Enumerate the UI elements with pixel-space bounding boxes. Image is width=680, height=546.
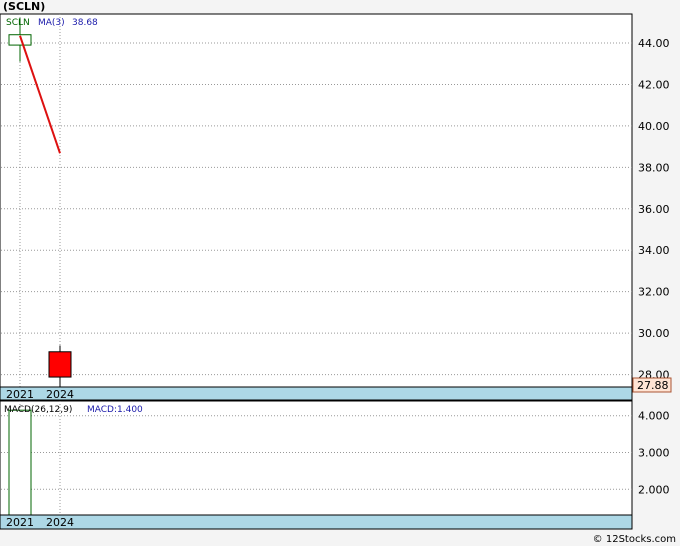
macd-x-tick-label: 2021 [6,516,34,529]
price-tick-label: 40.00 [638,120,670,133]
stock-chart: 28.0030.0032.0034.0036.0038.0040.0042.00… [0,13,672,530]
price-date-bar [0,386,633,401]
macd-tick-label: 2.000 [638,483,670,496]
price-tick-label: 32.00 [638,286,670,299]
macd-legend-value: MACD:1.400 [87,405,143,415]
price-tick-label: 42.00 [638,78,670,91]
macd-marks [8,409,32,516]
last-price-value: 27.88 [637,379,669,392]
legend-symbol: SCLN [6,18,30,28]
macd-panel [0,400,633,516]
price-tick-label: 38.00 [638,161,670,174]
macd-legend-label: MACD(26,12,9) [4,405,72,415]
macd-tick-label: 4.000 [638,410,670,423]
price-tick-label: 44.00 [638,37,670,50]
candle-body [48,351,72,378]
price-x-tick-label: 2021 [6,388,34,401]
macd-date-bar [0,514,633,530]
macd-tick-label: 3.000 [638,446,670,459]
macd-x-tick-label: 2024 [46,516,74,529]
price-tick-label: 34.00 [638,244,670,257]
macd-y-axis: 2.000 3.000 4.000 [638,410,670,497]
footer-credit: © 12Stocks.com [592,534,676,545]
macd-bar [8,409,32,516]
price-panel [0,13,633,388]
price-tick-label: 36.00 [638,203,670,216]
legend-ma-label: MA(3) [38,18,65,28]
price-tick-label: 30.00 [638,327,670,340]
price-x-tick-label: 2024 [46,388,74,401]
price-y-axis: 28.0030.0032.0034.0036.0038.0040.0042.00… [638,37,670,382]
legend-ma-value: 38.68 [72,18,98,28]
